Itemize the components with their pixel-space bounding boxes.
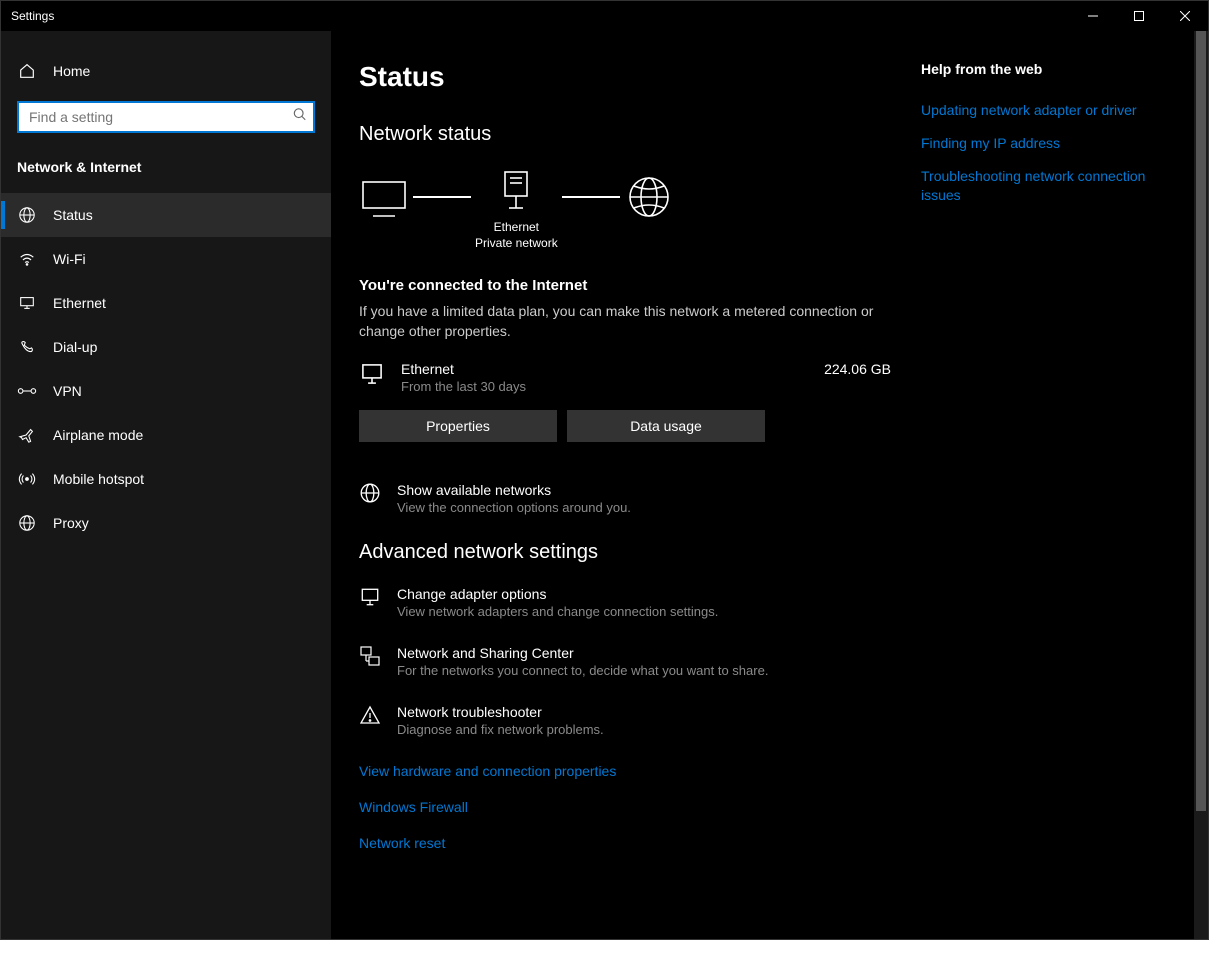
link-hardware-properties[interactable]: View hardware and connection properties	[359, 763, 891, 779]
troubleshooter-option[interactable]: Network troubleshooter Diagnose and fix …	[359, 704, 891, 737]
option-sub: Diagnose and fix network problems.	[397, 722, 604, 737]
nav-item-vpn[interactable]: VPN	[1, 369, 331, 413]
titlebar: Settings	[1, 1, 1208, 31]
home-label: Home	[53, 63, 90, 79]
nav-item-status[interactable]: Status	[1, 193, 331, 237]
proxy-icon	[17, 513, 37, 533]
option-title: Network and Sharing Center	[397, 645, 768, 661]
help-link[interactable]: Finding my IP address	[921, 134, 1161, 153]
page-title: Status	[359, 61, 891, 93]
window-title: Settings	[11, 9, 1070, 23]
help-panel: Help from the web Updating network adapt…	[921, 31, 1181, 939]
globe-icon	[624, 176, 674, 222]
option-title: Show available networks	[397, 482, 631, 498]
ethernet-icon	[359, 361, 385, 387]
router-icon	[499, 168, 533, 214]
vpn-icon	[17, 381, 37, 401]
sharing-icon	[359, 645, 381, 667]
diagram-label-2: Private network	[475, 236, 558, 250]
show-networks-option[interactable]: Show available networks View the connect…	[359, 482, 891, 515]
dialup-icon	[17, 337, 37, 357]
sidebar: Home Network & Internet Status Wi-Fi	[1, 31, 331, 939]
diagram-label-1: Ethernet	[494, 220, 539, 234]
warning-icon	[359, 704, 381, 726]
network-diagram: Ethernet Private network	[359, 168, 891, 251]
option-title: Network troubleshooter	[397, 704, 604, 720]
status-icon	[17, 205, 37, 225]
connection-usage: 224.06 GB	[824, 361, 891, 377]
nav-item-dialup[interactable]: Dial-up	[1, 325, 331, 369]
nav-item-airplane[interactable]: Airplane mode	[1, 413, 331, 457]
search-icon	[293, 108, 307, 127]
scrollbar-thumb[interactable]	[1196, 31, 1206, 811]
nav-label: VPN	[53, 383, 82, 399]
properties-button[interactable]: Properties	[359, 410, 557, 442]
connected-title: You're connected to the Internet	[359, 277, 891, 294]
nav-label: Mobile hotspot	[53, 471, 144, 487]
link-windows-firewall[interactable]: Windows Firewall	[359, 799, 891, 815]
help-link[interactable]: Troubleshooting network connection issue…	[921, 167, 1161, 205]
option-sub: For the networks you connect to, decide …	[397, 663, 768, 678]
adapter-options[interactable]: Change adapter options View network adap…	[359, 586, 891, 619]
hotspot-icon	[17, 469, 37, 489]
connection-name: Ethernet	[401, 361, 808, 377]
airplane-icon	[17, 425, 37, 445]
section-network-status: Network status	[359, 123, 891, 146]
category-title: Network & Internet	[1, 145, 331, 193]
nav-item-proxy[interactable]: Proxy	[1, 501, 331, 545]
wifi-icon	[17, 249, 37, 269]
connected-sub: If you have a limited data plan, you can…	[359, 302, 891, 341]
nav-item-wifi[interactable]: Wi-Fi	[1, 237, 331, 281]
option-title: Change adapter options	[397, 586, 718, 602]
home-icon	[17, 61, 37, 81]
nav-label: Status	[53, 207, 93, 223]
nav-label: Dial-up	[53, 339, 97, 355]
ethernet-icon	[17, 293, 37, 313]
help-title: Help from the web	[921, 61, 1161, 77]
nav-label: Proxy	[53, 515, 89, 531]
nav-label: Airplane mode	[53, 427, 143, 443]
sharing-center-option[interactable]: Network and Sharing Center For the netwo…	[359, 645, 891, 678]
nav-label: Wi-Fi	[53, 251, 86, 267]
data-usage-button[interactable]: Data usage	[567, 410, 765, 442]
nav-item-hotspot[interactable]: Mobile hotspot	[1, 457, 331, 501]
home-button[interactable]: Home	[1, 51, 331, 91]
option-sub: View network adapters and change connect…	[397, 604, 718, 619]
minimize-button[interactable]	[1070, 1, 1116, 31]
search-input[interactable]	[17, 101, 315, 133]
help-link[interactable]: Updating network adapter or driver	[921, 101, 1161, 120]
globe-icon	[359, 482, 381, 504]
scrollbar[interactable]	[1194, 31, 1208, 939]
adapter-icon	[359, 586, 381, 608]
pc-icon	[359, 176, 409, 222]
nav-item-ethernet[interactable]: Ethernet	[1, 281, 331, 325]
connection-sub: From the last 30 days	[401, 379, 808, 394]
option-sub: View the connection options around you.	[397, 500, 631, 515]
nav-label: Ethernet	[53, 295, 106, 311]
link-network-reset[interactable]: Network reset	[359, 835, 891, 851]
connection-row: Ethernet From the last 30 days 224.06 GB	[359, 361, 891, 394]
section-advanced: Advanced network settings	[359, 541, 891, 564]
close-button[interactable]	[1162, 1, 1208, 31]
maximize-button[interactable]	[1116, 1, 1162, 31]
